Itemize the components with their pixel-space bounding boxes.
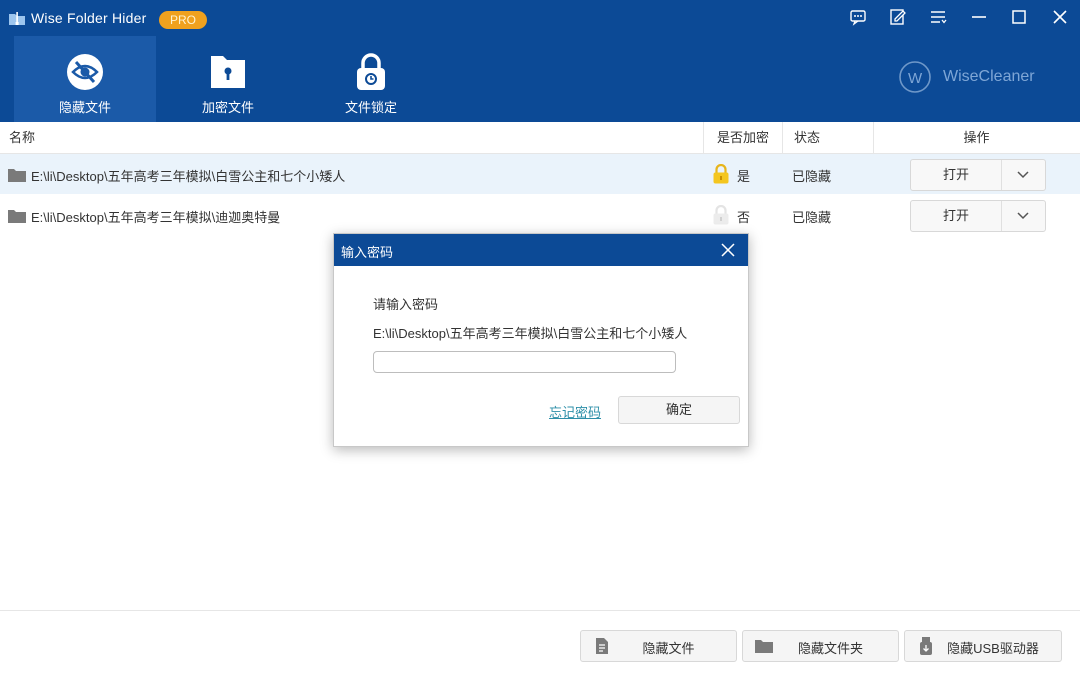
hide-folder-label: 隐藏文件夹 [797, 641, 863, 656]
tab-encrypt-files[interactable]: 加密文件 [157, 36, 299, 122]
header: Wise Folder Hider PRO 隐藏文件 加密文件 文件锁定 W W… [0, 0, 1080, 122]
tab-lock-files[interactable]: 文件锁定 [300, 36, 442, 122]
brand-name: WiseCleaner [943, 68, 1035, 85]
padlock-icon [357, 53, 385, 90]
encrypted-file-icon [211, 56, 245, 88]
encrypted-value: 否 [737, 210, 751, 225]
hide-usb-drive-button[interactable]: 隐藏USB驱动器 [904, 630, 1062, 662]
password-input[interactable] [373, 351, 676, 373]
forgot-password-link[interactable]: 忘记密码 [549, 402, 601, 421]
folder-path: E:\li\Desktop\五年高考三年模拟\迪迦奥特曼 [31, 210, 281, 225]
dialog-folder-path: E:\li\Desktop\五年高考三年模拟\白雪公主和七个小矮人 [373, 326, 688, 341]
more-actions-dropdown[interactable] [1002, 160, 1045, 190]
table-header: 名称 是否加密 状态 操作 [0, 122, 1080, 154]
hide-file-label: 隐藏文件 [642, 641, 695, 656]
chevron-down-icon [1017, 212, 1029, 220]
tab-label: 加密文件 [201, 100, 254, 115]
title-bar: Wise Folder Hider PRO [0, 0, 1080, 36]
action-group: 打开 [910, 200, 1046, 232]
chevron-down-icon [1017, 171, 1029, 179]
folder-icon [8, 210, 26, 223]
hide-file-button[interactable]: 隐藏文件 [580, 630, 737, 662]
tab-label: 文件锁定 [344, 100, 397, 115]
app-logo-icon [9, 12, 25, 25]
edit-icon[interactable] [887, 6, 909, 28]
close-icon[interactable] [1049, 6, 1071, 28]
close-icon[interactable] [720, 242, 736, 258]
password-dialog: 输入密码 请输入密码 E:\li\Desktop\五年高考三年模拟\白雪公主和七… [333, 233, 749, 447]
minimize-icon[interactable] [968, 6, 990, 28]
status-value: 已隐藏 [792, 169, 832, 184]
hide-usb-drive-label: 隐藏USB驱动器 [947, 641, 1039, 656]
feedback-icon[interactable] [847, 6, 869, 28]
unlocked-icon [713, 205, 729, 225]
column-header-name[interactable]: 名称 [9, 122, 35, 153]
action-group: 打开 [910, 159, 1046, 191]
status-value: 已隐藏 [792, 210, 832, 225]
dialog-header: 输入密码 [334, 234, 748, 266]
table-row[interactable]: E:\li\Desktop\五年高考三年模拟\迪迦奥特曼 否 已隐藏 打开 [0, 195, 1080, 235]
password-prompt: 请输入密码 [373, 297, 439, 312]
dialog-title: 输入密码 [341, 245, 394, 260]
tab-hide-files[interactable]: 隐藏文件 [14, 36, 156, 122]
table-row[interactable]: E:\li\Desktop\五年高考三年模拟\白雪公主和七个小矮人 是 已隐藏 … [0, 154, 1080, 194]
pro-badge: PRO [159, 11, 207, 29]
maximize-icon[interactable] [1008, 6, 1030, 28]
lock-icon [713, 164, 729, 184]
app-title: Wise Folder Hider [31, 10, 147, 26]
tab-label: 隐藏文件 [58, 100, 111, 115]
folder-icon [8, 169, 26, 182]
wisecleaner-logo-icon: W [899, 61, 931, 93]
more-actions-dropdown[interactable] [1002, 201, 1045, 231]
svg-text:W: W [908, 70, 923, 87]
app-window: Wise Folder Hider PRO 隐藏文件 加密文件 文件锁定 W W… [0, 0, 1080, 677]
column-header-action[interactable]: 操作 [873, 122, 1079, 153]
confirm-button[interactable]: 确定 [618, 396, 740, 424]
hide-folder-button[interactable]: 隐藏文件夹 [742, 630, 899, 662]
folder-path: E:\li\Desktop\五年高考三年模拟\白雪公主和七个小矮人 [31, 169, 346, 184]
open-button[interactable]: 打开 [911, 160, 1002, 190]
open-button[interactable]: 打开 [911, 201, 1002, 231]
column-header-status[interactable]: 状态 [782, 122, 872, 153]
column-header-encrypted[interactable]: 是否加密 [703, 122, 782, 153]
menu-icon[interactable] [927, 6, 949, 28]
footer-toolbar: 隐藏文件 隐藏文件夹 隐藏USB驱动器 [0, 610, 1080, 677]
encrypted-value: 是 [737, 169, 751, 184]
eye-slash-icon [67, 54, 103, 90]
